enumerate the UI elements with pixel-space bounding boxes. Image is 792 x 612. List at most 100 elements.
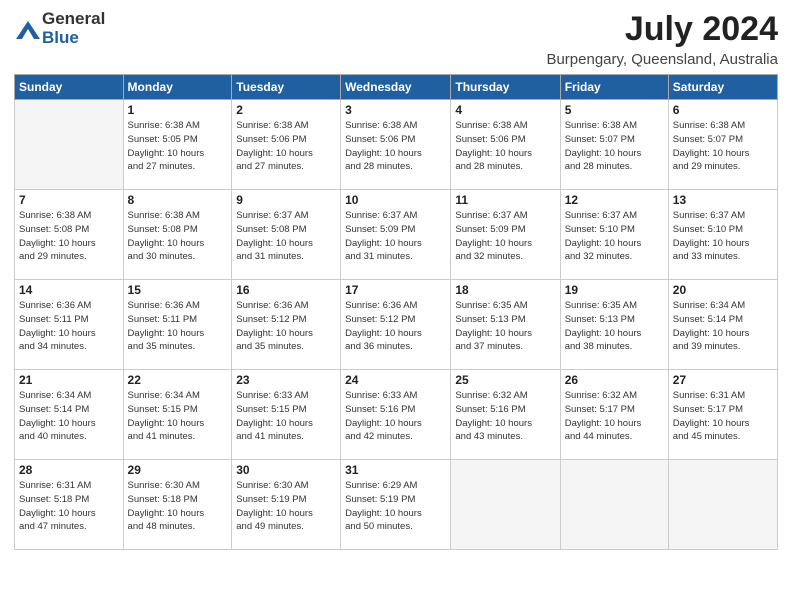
day-info: Sunrise: 6:30 AMSunset: 5:18 PMDaylight:… [128, 479, 228, 534]
day-number: 13 [673, 193, 773, 207]
day-info: Sunrise: 6:31 AMSunset: 5:18 PMDaylight:… [19, 479, 119, 534]
day-number: 19 [565, 283, 664, 297]
day-info: Sunrise: 6:38 AMSunset: 5:05 PMDaylight:… [128, 119, 228, 174]
calendar-cell: 25 Sunrise: 6:32 AMSunset: 5:16 PMDayligh… [451, 370, 560, 460]
weekday-header: Saturday [668, 75, 777, 100]
day-info: Sunrise: 6:31 AMSunset: 5:17 PMDaylight:… [673, 389, 773, 444]
day-info: Sunrise: 6:34 AMSunset: 5:15 PMDaylight:… [128, 389, 228, 444]
day-number: 7 [19, 193, 119, 207]
day-number: 9 [236, 193, 336, 207]
calendar-cell: 7 Sunrise: 6:38 AMSunset: 5:08 PMDaylight… [15, 190, 124, 280]
calendar-cell: 27Sunrise: 6:31 AMSunset: 5:17 PMDayligh… [668, 370, 777, 460]
day-info: Sunrise: 6:36 AMSunset: 5:11 PMDaylight:… [19, 299, 119, 354]
day-number: 16 [236, 283, 336, 297]
calendar-cell: 13 Sunrise: 6:37 AMSunset: 5:10 PMDayligh… [668, 190, 777, 280]
day-number: 23 [236, 373, 336, 387]
weekday-header: Wednesday [341, 75, 451, 100]
day-number: 2 [236, 103, 336, 117]
calendar-cell: 16Sunrise: 6:36 AMSunset: 5:12 PMDayligh… [232, 280, 341, 370]
weekday-header: Monday [123, 75, 232, 100]
day-info: Sunrise: 6:38 AMSunset: 5:07 PMDaylight:… [565, 119, 664, 174]
calendar-cell: 18 Sunrise: 6:35 AMSunset: 5:13 PMDayligh… [451, 280, 560, 370]
calendar-cell: 28Sunrise: 6:31 AMSunset: 5:18 PMDayligh… [15, 460, 124, 550]
week-row: 21 Sunrise: 6:34 AMSunset: 5:14 PMDayligh… [15, 370, 778, 460]
calendar-cell: 21 Sunrise: 6:34 AMSunset: 5:14 PMDayligh… [15, 370, 124, 460]
day-number: 29 [128, 463, 228, 477]
day-number: 6 [673, 103, 773, 117]
calendar-cell: 30 Sunrise: 6:30 AMSunset: 5:19 PMDayligh… [232, 460, 341, 550]
day-number: 14 [19, 283, 119, 297]
week-row: 1 Sunrise: 6:38 AMSunset: 5:05 PMDaylight… [15, 100, 778, 190]
header-row: SundayMondayTuesdayWednesdayThursdayFrid… [15, 75, 778, 100]
calendar-cell: 10 Sunrise: 6:37 AMSunset: 5:09 PMDayligh… [341, 190, 451, 280]
day-number: 15 [128, 283, 228, 297]
day-info: Sunrise: 6:37 AMSunset: 5:09 PMDaylight:… [345, 209, 446, 264]
day-info: Sunrise: 6:30 AMSunset: 5:19 PMDaylight:… [236, 479, 336, 534]
day-info: Sunrise: 6:33 AMSunset: 5:16 PMDaylight:… [345, 389, 446, 444]
day-number: 30 [236, 463, 336, 477]
page: General Blue July 2024 Burpengary, Queen… [0, 0, 792, 612]
day-number: 5 [565, 103, 664, 117]
day-info: Sunrise: 6:34 AMSunset: 5:14 PMDaylight:… [19, 389, 119, 444]
header: General Blue July 2024 Burpengary, Queen… [14, 10, 778, 68]
calendar-cell: 26Sunrise: 6:32 AMSunset: 5:17 PMDayligh… [560, 370, 668, 460]
calendar-cell: 14 Sunrise: 6:36 AMSunset: 5:11 PMDayligh… [15, 280, 124, 370]
day-number: 11 [455, 193, 555, 207]
day-number: 8 [128, 193, 228, 207]
weekday-header: Tuesday [232, 75, 341, 100]
day-info: Sunrise: 6:37 AMSunset: 5:09 PMDaylight:… [455, 209, 555, 264]
calendar-cell: 3Sunrise: 6:38 AMSunset: 5:06 PMDaylight… [341, 100, 451, 190]
subtitle: Burpengary, Queensland, Australia [546, 51, 778, 68]
day-info: Sunrise: 6:32 AMSunset: 5:17 PMDaylight:… [565, 389, 664, 444]
logo-text: General Blue [42, 10, 105, 47]
day-info: Sunrise: 6:38 AMSunset: 5:06 PMDaylight:… [455, 119, 555, 174]
day-number: 21 [19, 373, 119, 387]
calendar-cell: 6 Sunrise: 6:38 AMSunset: 5:07 PMDaylight… [668, 100, 777, 190]
calendar-cell: 4Sunrise: 6:38 AMSunset: 5:06 PMDaylight… [451, 100, 560, 190]
calendar-cell: 5 Sunrise: 6:38 AMSunset: 5:07 PMDaylight… [560, 100, 668, 190]
calendar-cell: 12Sunrise: 6:37 AMSunset: 5:10 PMDayligh… [560, 190, 668, 280]
logo-general-text: General [42, 10, 105, 29]
day-number: 25 [455, 373, 555, 387]
calendar-cell: 29 Sunrise: 6:30 AMSunset: 5:18 PMDayligh… [123, 460, 232, 550]
day-number: 12 [565, 193, 664, 207]
day-number: 17 [345, 283, 446, 297]
day-number: 10 [345, 193, 446, 207]
day-info: Sunrise: 6:38 AMSunset: 5:08 PMDaylight:… [19, 209, 119, 264]
calendar-cell: 19 Sunrise: 6:35 AMSunset: 5:13 PMDayligh… [560, 280, 668, 370]
calendar-cell: 24 Sunrise: 6:33 AMSunset: 5:16 PMDayligh… [341, 370, 451, 460]
day-number: 18 [455, 283, 555, 297]
weekday-header: Friday [560, 75, 668, 100]
calendar-cell: 9 Sunrise: 6:37 AMSunset: 5:08 PMDaylight… [232, 190, 341, 280]
day-info: Sunrise: 6:38 AMSunset: 5:08 PMDaylight:… [128, 209, 228, 264]
day-info: Sunrise: 6:36 AMSunset: 5:11 PMDaylight:… [128, 299, 228, 354]
weekday-header: Sunday [15, 75, 124, 100]
day-info: Sunrise: 6:35 AMSunset: 5:13 PMDaylight:… [565, 299, 664, 354]
day-number: 20 [673, 283, 773, 297]
calendar-cell: 2 Sunrise: 6:38 AMSunset: 5:06 PMDaylight… [232, 100, 341, 190]
day-number: 1 [128, 103, 228, 117]
calendar-cell: 11 Sunrise: 6:37 AMSunset: 5:09 PMDayligh… [451, 190, 560, 280]
day-number: 31 [345, 463, 446, 477]
calendar-cell [560, 460, 668, 550]
day-info: Sunrise: 6:37 AMSunset: 5:08 PMDaylight:… [236, 209, 336, 264]
calendar-cell: 17Sunrise: 6:36 AMSunset: 5:12 PMDayligh… [341, 280, 451, 370]
day-info: Sunrise: 6:38 AMSunset: 5:07 PMDaylight:… [673, 119, 773, 174]
day-number: 24 [345, 373, 446, 387]
day-info: Sunrise: 6:32 AMSunset: 5:16 PMDaylight:… [455, 389, 555, 444]
logo-blue-text: Blue [42, 29, 105, 48]
title-area: July 2024 Burpengary, Queensland, Austra… [546, 10, 778, 68]
calendar-cell: 31Sunrise: 6:29 AMSunset: 5:19 PMDayligh… [341, 460, 451, 550]
calendar-cell: 23 Sunrise: 6:33 AMSunset: 5:15 PMDayligh… [232, 370, 341, 460]
day-info: Sunrise: 6:33 AMSunset: 5:15 PMDaylight:… [236, 389, 336, 444]
calendar-cell: 22Sunrise: 6:34 AMSunset: 5:15 PMDayligh… [123, 370, 232, 460]
day-info: Sunrise: 6:38 AMSunset: 5:06 PMDaylight:… [345, 119, 446, 174]
day-info: Sunrise: 6:35 AMSunset: 5:13 PMDaylight:… [455, 299, 555, 354]
calendar-cell [15, 100, 124, 190]
day-info: Sunrise: 6:38 AMSunset: 5:06 PMDaylight:… [236, 119, 336, 174]
main-title: July 2024 [546, 10, 778, 49]
logo-icon [14, 17, 42, 45]
week-row: 28Sunrise: 6:31 AMSunset: 5:18 PMDayligh… [15, 460, 778, 550]
calendar-cell: 1 Sunrise: 6:38 AMSunset: 5:05 PMDaylight… [123, 100, 232, 190]
day-info: Sunrise: 6:37 AMSunset: 5:10 PMDaylight:… [673, 209, 773, 264]
